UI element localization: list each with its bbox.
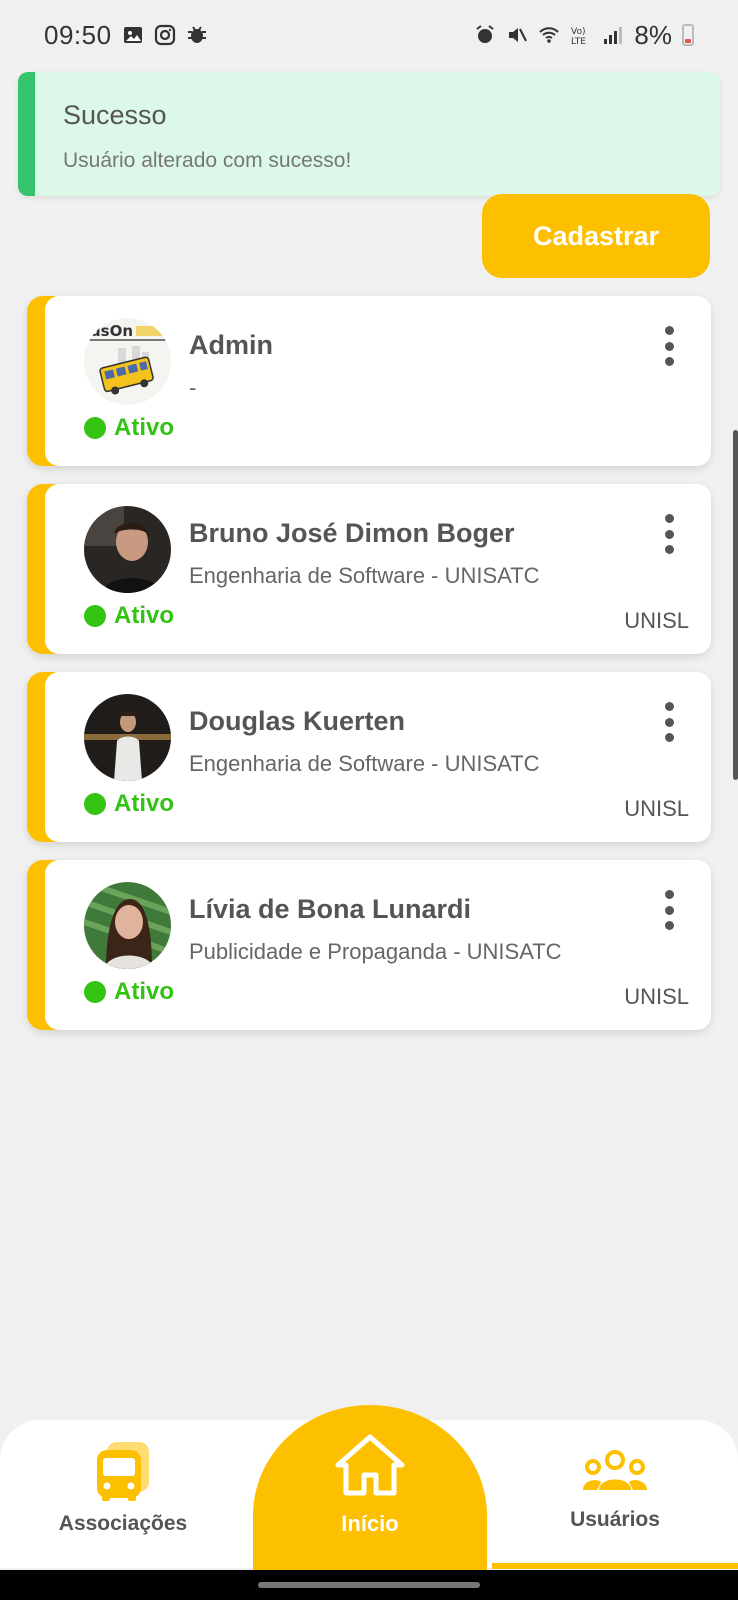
more-options-icon[interactable] xyxy=(657,890,681,930)
status-label: Ativo xyxy=(114,414,174,441)
nav-users-label: Usuários xyxy=(570,1508,660,1531)
user-institution: UNISL xyxy=(624,984,689,1009)
user-name: Douglas Kuerten xyxy=(189,706,406,736)
status-indicator: Ativo xyxy=(84,414,174,442)
nav-associations[interactable]: Associações xyxy=(23,1440,223,1536)
user-institution: UNISL xyxy=(624,608,689,633)
user-avatar xyxy=(84,694,171,781)
gallery-icon xyxy=(123,27,142,43)
svg-text:usOn: usOn xyxy=(90,322,133,340)
nav-users[interactable]: Usuários xyxy=(515,1440,715,1532)
user-list: usOn Admin - Ativo Bruno José Dimon Boge… xyxy=(0,296,738,1048)
bus-icon xyxy=(97,1442,149,1501)
user-name: Admin xyxy=(189,330,273,360)
signal-icon xyxy=(604,27,623,44)
svg-text:Vo): Vo) xyxy=(571,27,585,37)
home-icon xyxy=(335,1434,405,1496)
status-time: 09:50 xyxy=(44,19,112,50)
instagram-icon xyxy=(154,24,175,46)
status-dot-icon xyxy=(84,793,106,815)
volte-icon: Vo)LTE xyxy=(571,27,586,46)
user-course: - xyxy=(189,375,197,400)
user-name: Bruno José Dimon Boger xyxy=(189,518,515,548)
status-bar: 09:50 Vo) LTE 8% xyxy=(0,0,738,70)
nav-associations-label: Associações xyxy=(58,1512,188,1535)
edge-panel-handle[interactable] xyxy=(733,430,738,780)
users-icon xyxy=(583,1450,647,1490)
busone-logo-avatar: usOn xyxy=(84,318,171,405)
user-course: Publicidade e Propaganda - UNISATC xyxy=(189,939,562,964)
status-label: Ativo xyxy=(114,602,174,629)
active-tab-indicator xyxy=(492,1563,738,1569)
status-indicator: Ativo xyxy=(84,978,174,1006)
home-gesture-bar[interactable] xyxy=(258,1582,480,1588)
svg-text:LTE: LTE xyxy=(571,37,586,46)
user-card[interactable]: usOn Admin - Ativo xyxy=(27,296,711,466)
user-card[interactable]: Douglas Kuerten Engenharia de Software -… xyxy=(27,672,711,842)
battery-percent: 8% xyxy=(634,19,672,50)
alarm-icon xyxy=(476,25,495,43)
success-toast[interactable]: Sucesso Usuário alterado com sucesso! xyxy=(18,72,720,196)
status-label: Ativo xyxy=(114,978,174,1005)
wifi-icon xyxy=(539,27,560,43)
status-indicator: Ativo xyxy=(84,602,174,630)
status-indicator: Ativo xyxy=(84,790,174,818)
battery-icon xyxy=(682,24,694,46)
user-card[interactable]: Lívia de Bona Lunardi Publicidade e Prop… xyxy=(27,860,711,1030)
user-name: Lívia de Bona Lunardi xyxy=(189,894,472,924)
more-options-icon[interactable] xyxy=(657,514,681,554)
toast-message: Usuário alterado com sucesso! xyxy=(63,149,352,172)
bug-icon xyxy=(187,26,206,43)
register-button[interactable]: Cadastrar xyxy=(482,194,710,278)
more-options-icon[interactable] xyxy=(657,702,681,742)
system-nav-bar xyxy=(0,1570,738,1600)
toast-title: Sucesso xyxy=(63,100,167,130)
user-avatar xyxy=(84,506,171,593)
status-dot-icon xyxy=(84,981,106,1003)
status-dot-icon xyxy=(84,605,106,627)
more-options-icon[interactable] xyxy=(657,326,681,366)
user-card[interactable]: Bruno José Dimon Boger Engenharia de Sof… xyxy=(27,484,711,654)
nav-home-label: Início xyxy=(341,1511,399,1536)
status-dot-icon xyxy=(84,417,106,439)
user-course: Engenharia de Software - UNISATC xyxy=(189,751,540,776)
toast-accent-bar xyxy=(18,72,35,196)
mute-icon xyxy=(509,28,528,42)
user-avatar xyxy=(84,882,171,969)
status-label: Ativo xyxy=(114,790,174,817)
user-course: Engenharia de Software - UNISATC xyxy=(189,563,540,588)
user-institution: UNISL xyxy=(624,796,689,821)
